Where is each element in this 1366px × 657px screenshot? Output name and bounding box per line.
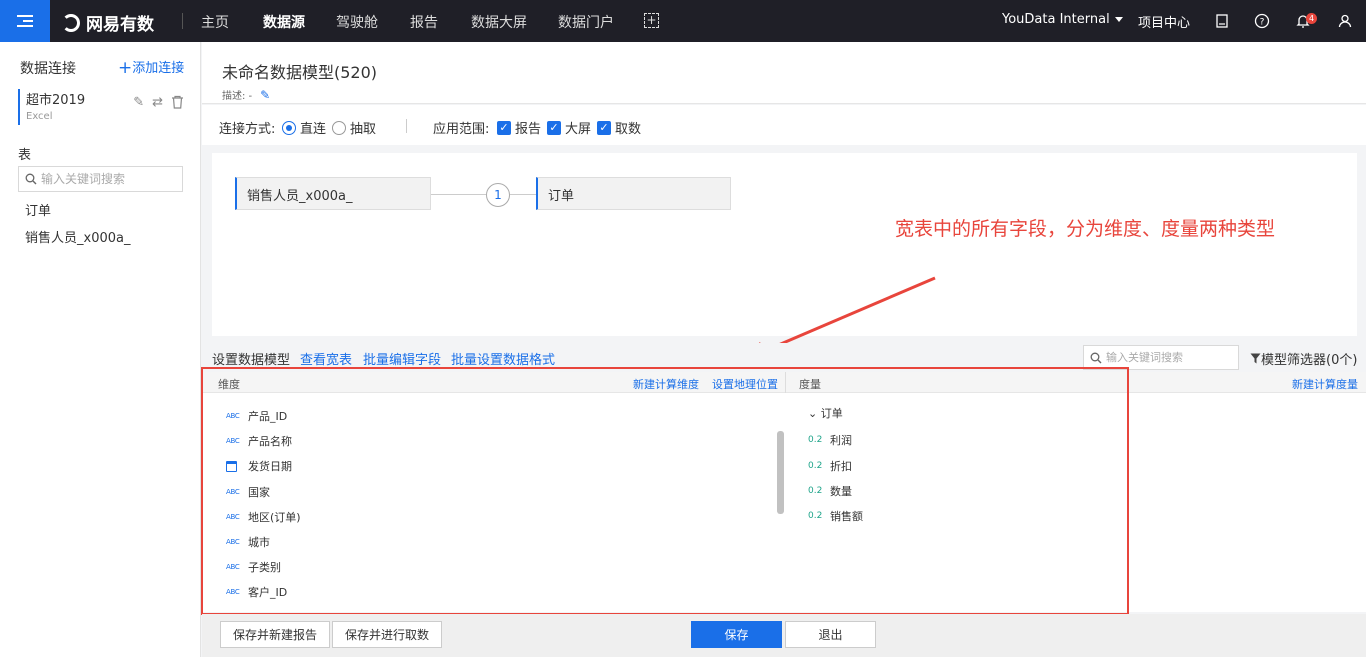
org-name: YouData Internal bbox=[1002, 12, 1110, 27]
batch-format-link[interactable]: 批量设置数据格式 bbox=[451, 349, 555, 368]
filter-icon bbox=[1250, 353, 1261, 364]
hamburger-icon bbox=[17, 15, 33, 27]
user-icon[interactable] bbox=[1337, 13, 1353, 29]
description-label: 描述: - bbox=[222, 91, 253, 102]
book-icon[interactable] bbox=[1214, 13, 1230, 29]
table-search-input[interactable] bbox=[41, 172, 176, 186]
search-icon bbox=[25, 173, 37, 185]
nav-divider bbox=[182, 13, 183, 29]
edit-icon[interactable]: ✎ bbox=[133, 95, 144, 110]
logo-icon bbox=[62, 13, 80, 32]
checkbox-checked-icon: ✓ bbox=[497, 120, 511, 135]
help-icon[interactable]: ? bbox=[1254, 13, 1270, 29]
checkbox-fetch[interactable]: ✓ 取数 bbox=[597, 118, 641, 137]
new-calc-measure-link[interactable]: 新建计算度量 bbox=[1292, 376, 1358, 392]
left-sidebar: 数据连接 +添加连接 超市2019 Excel ✎ ⇄ 表 订单 销售人员_x0… bbox=[0, 42, 201, 657]
checkbox-screen-label: 大屏 bbox=[565, 122, 592, 137]
table-search-box bbox=[18, 166, 183, 192]
table-node-orders[interactable]: 订单 bbox=[536, 177, 731, 210]
notification-badge: 4 bbox=[1306, 13, 1317, 24]
table-node-salespeople[interactable]: 销售人员_x000a_ bbox=[235, 177, 431, 210]
add-tab-icon[interactable]: + bbox=[644, 13, 659, 28]
checkbox-fetch-label: 取数 bbox=[615, 122, 642, 137]
annotation-text: 宽表中的所有字段，分为维度、度量两种类型 bbox=[895, 218, 1276, 240]
connection-type: Excel bbox=[26, 111, 53, 122]
exit-button[interactable]: 退出 bbox=[785, 621, 876, 648]
checkbox-checked-icon: ✓ bbox=[597, 120, 611, 135]
join-line bbox=[431, 194, 486, 195]
scope-label: 应用范围: bbox=[433, 122, 490, 137]
radio-direct[interactable]: 直连 bbox=[282, 118, 326, 137]
project-center-link[interactable]: 项目中心 bbox=[1138, 12, 1190, 31]
nav-home[interactable]: 主页 bbox=[201, 12, 229, 32]
model-header: 未命名数据模型(520) 描述: - ✎ bbox=[202, 42, 1366, 104]
save-and-new-report-button[interactable]: 保存并新建报告 bbox=[220, 621, 330, 648]
brand-logo[interactable]: 网易有数 bbox=[62, 10, 154, 35]
checkbox-report[interactable]: ✓ 报告 bbox=[497, 118, 541, 137]
radio-direct-label: 直连 bbox=[300, 122, 327, 137]
footer-bar: 保存并新建报告 保存并进行取数 保存 退出 bbox=[202, 614, 1366, 657]
radio-extract-label: 抽取 bbox=[350, 122, 377, 137]
menu-button[interactable] bbox=[0, 0, 50, 42]
checkbox-screen[interactable]: ✓ 大屏 bbox=[547, 118, 591, 137]
search-icon bbox=[1090, 352, 1102, 363]
trash-icon[interactable] bbox=[171, 95, 184, 109]
add-connection-button[interactable]: +添加连接 bbox=[118, 57, 184, 78]
nav-cockpit[interactable]: 驾驶舱 bbox=[336, 12, 378, 32]
nav-datasource[interactable]: 数据源 bbox=[263, 12, 305, 32]
org-switcher[interactable]: YouData Internal bbox=[1002, 12, 1123, 27]
tables-label: 表 bbox=[18, 148, 32, 163]
add-connection-label: 添加连接 bbox=[132, 61, 185, 76]
model-description: 描述: - ✎ bbox=[222, 87, 270, 102]
checkbox-report-label: 报告 bbox=[515, 122, 542, 137]
radio-extract[interactable]: 抽取 bbox=[332, 118, 376, 137]
page-title: 未命名数据模型(520) bbox=[222, 63, 378, 82]
radio-checked-icon bbox=[282, 120, 296, 135]
nav-bigscreen[interactable]: 数据大屏 bbox=[471, 12, 527, 32]
table-item-salespeople[interactable]: 销售人员_x000a_ bbox=[25, 227, 130, 246]
chevron-down-icon bbox=[1114, 17, 1123, 22]
model-options-bar: 连接方式: 直连 抽取 应用范围: ✓ 报告 ✓ 大屏 ✓ 取数 bbox=[202, 105, 1366, 145]
save-and-fetch-button[interactable]: 保存并进行取数 bbox=[332, 621, 442, 648]
annotation-highlight-box bbox=[201, 367, 1129, 615]
connection-item[interactable]: 超市2019 Excel ✎ ⇄ bbox=[18, 89, 188, 125]
checkbox-checked-icon: ✓ bbox=[547, 120, 561, 135]
model-filter-button[interactable]: 模型筛选器(0个) bbox=[1250, 349, 1357, 368]
brand-name: 网易有数 bbox=[86, 15, 154, 35]
model-filter-label: 模型筛选器(0个) bbox=[1261, 353, 1358, 368]
options-divider bbox=[406, 119, 407, 133]
save-button[interactable]: 保存 bbox=[691, 621, 782, 648]
join-line bbox=[510, 194, 536, 195]
svg-text:?: ? bbox=[1260, 18, 1265, 28]
plus-icon: + bbox=[118, 58, 133, 78]
swap-icon[interactable]: ⇄ bbox=[152, 95, 163, 110]
edit-description-icon[interactable]: ✎ bbox=[260, 88, 270, 102]
connection-mode-label: 连接方式: bbox=[219, 122, 276, 137]
field-search-input[interactable] bbox=[1106, 351, 1226, 364]
sidebar-title: 数据连接 bbox=[20, 61, 76, 77]
batch-edit-fields-link[interactable]: 批量编辑字段 bbox=[363, 349, 441, 368]
toolbar-title: 设置数据模型 bbox=[212, 353, 291, 368]
top-nav: 网易有数 主页 数据源 驾驶舱 报告 数据大屏 数据门户 + YouData I… bbox=[0, 0, 1366, 42]
join-badge[interactable]: 1 bbox=[486, 183, 510, 207]
nav-report[interactable]: 报告 bbox=[410, 12, 438, 32]
view-wide-table-link[interactable]: 查看宽表 bbox=[300, 349, 352, 368]
table-item-orders[interactable]: 订单 bbox=[25, 200, 51, 219]
radio-unchecked-icon bbox=[332, 120, 346, 135]
nav-portal[interactable]: 数据门户 bbox=[558, 12, 614, 32]
